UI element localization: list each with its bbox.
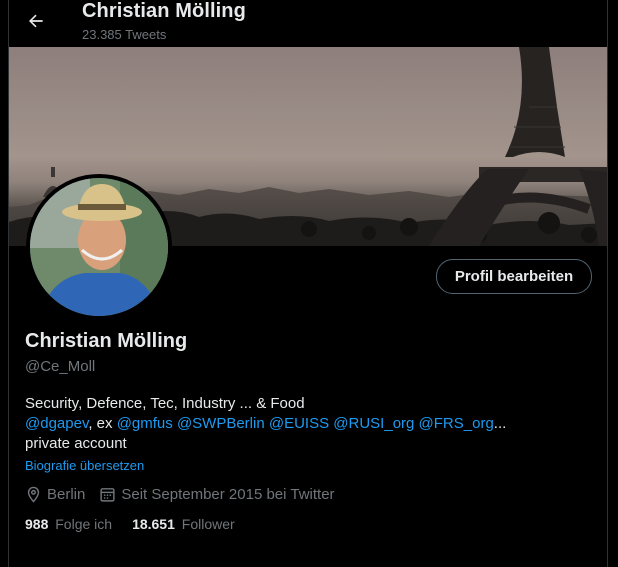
location-text: Berlin bbox=[47, 486, 86, 503]
followers-link[interactable]: 18.651 Follower bbox=[132, 516, 235, 532]
joined-text: Seit September 2015 bei Twitter bbox=[121, 486, 335, 503]
calendar-icon bbox=[100, 488, 115, 502]
mention-dgapev[interactable]: @dgapev bbox=[25, 415, 88, 432]
mention-euiss[interactable]: @EUISS bbox=[269, 415, 329, 432]
mention-frs[interactable]: @FRS_org bbox=[419, 415, 494, 432]
location-pin-icon bbox=[27, 486, 40, 503]
mention-gmfus[interactable]: @gmfus bbox=[117, 415, 173, 432]
profile-meta: Berlin Seit September 2015 bei Twitter bbox=[25, 486, 349, 503]
arrow-left-icon bbox=[29, 14, 43, 28]
following-link[interactable]: 988 Folge ich bbox=[25, 516, 112, 532]
bio-line-2: @dgapev, ex @gmfus @SWPBerlin @EUISS @RU… bbox=[25, 414, 585, 434]
bio-line-1: Security, Defence, Tec, Industry ... & F… bbox=[25, 395, 305, 412]
profile-handle: @Ce_Moll bbox=[25, 358, 96, 375]
followers-label: Follower bbox=[181, 516, 235, 532]
mention-rusi[interactable]: @RUSI_org bbox=[333, 415, 414, 432]
profile-stats: 988 Folge ich 18.651 Follower bbox=[25, 516, 255, 532]
mention-swpberlin[interactable]: @SWPBerlin bbox=[177, 415, 265, 432]
following-label: Folge ich bbox=[55, 516, 113, 532]
header-name: Christian Mölling bbox=[82, 0, 246, 22]
followers-count: 18.651 bbox=[132, 516, 175, 532]
translate-bio-link[interactable]: Biografie übersetzen bbox=[25, 458, 144, 473]
bio-ellipsis: ... bbox=[493, 415, 507, 432]
avatar-photo bbox=[30, 178, 168, 316]
profile-avatar[interactable] bbox=[26, 174, 172, 320]
bio-sep: , ex bbox=[88, 415, 117, 432]
bio-line-3: private account bbox=[25, 435, 127, 452]
profile-header: Christian Mölling 23.385 Tweets bbox=[9, 0, 607, 47]
location-item: Berlin bbox=[25, 486, 85, 503]
edit-profile-button[interactable]: Profil bearbeiten bbox=[436, 259, 592, 294]
header-tweet-count: 23.385 Tweets bbox=[82, 27, 167, 42]
following-count: 988 bbox=[25, 516, 49, 532]
profile-column: Christian Mölling 23.385 Tweets Profil b… bbox=[8, 0, 608, 567]
profile-name: Christian Mölling bbox=[25, 330, 188, 352]
profile-bio: Security, Defence, Tec, Industry ... & F… bbox=[25, 394, 585, 454]
joined-item: Seit September 2015 bei Twitter bbox=[99, 486, 335, 503]
back-button[interactable] bbox=[21, 6, 51, 36]
